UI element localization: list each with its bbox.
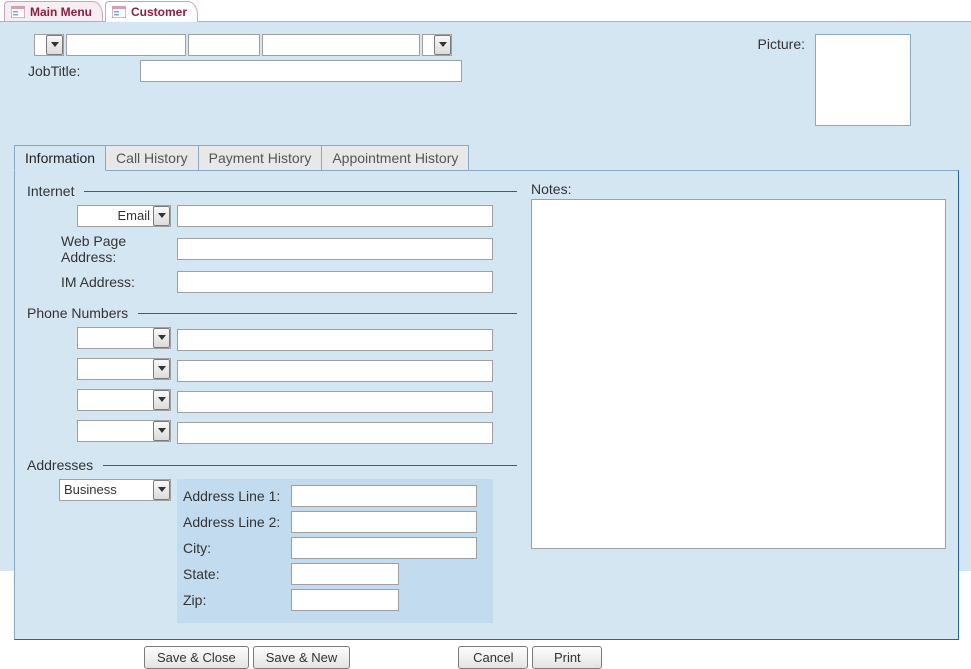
jobtitle-input[interactable]	[140, 60, 462, 82]
webpage-input[interactable]	[177, 238, 493, 260]
middle-name-input[interactable]	[188, 34, 260, 56]
addr-line1-label: Address Line 1:	[183, 488, 291, 504]
divider	[84, 191, 517, 192]
email-type-dropdown[interactable]: Email	[77, 205, 171, 227]
tab-information[interactable]: Information	[14, 145, 106, 171]
phone-group-label: Phone Numbers	[27, 305, 128, 321]
title-prefix-dropdown[interactable]	[34, 34, 64, 56]
state-input[interactable]	[291, 563, 399, 585]
im-label: IM Address:	[27, 274, 177, 290]
chevron-down-icon	[153, 390, 170, 410]
tab-customer[interactable]: Customer	[105, 1, 198, 22]
last-name-input[interactable]	[262, 34, 420, 56]
webpage-label: Web Page Address:	[27, 233, 177, 265]
suffix-dropdown[interactable]	[422, 34, 452, 56]
chevron-down-icon	[153, 328, 170, 348]
picture-box[interactable]	[815, 34, 911, 126]
print-button[interactable]: Print	[532, 646, 602, 669]
jobtitle-label: JobTitle:	[28, 63, 80, 79]
tab-label: Customer	[131, 5, 187, 19]
first-name-input[interactable]	[66, 34, 186, 56]
address-panel: Address Line 1: Address Line 2: City:	[177, 479, 493, 623]
addresses-group-label: Addresses	[27, 457, 93, 473]
phone2-input[interactable]	[177, 360, 493, 382]
phone1-type-dropdown[interactable]	[77, 327, 171, 349]
divider	[138, 313, 517, 314]
zip-label: Zip:	[183, 592, 291, 608]
email-input[interactable]	[177, 205, 493, 227]
cancel-button[interactable]: Cancel	[458, 646, 528, 669]
city-label: City:	[183, 540, 291, 556]
button-bar: Save & Close Save & New Cancel Print	[144, 646, 959, 669]
addr-line2-label: Address Line 2:	[183, 514, 291, 530]
save-close-button[interactable]: Save & Close	[144, 646, 249, 669]
phone3-input[interactable]	[177, 391, 493, 413]
tab-main-menu[interactable]: Main Menu	[4, 1, 103, 21]
notes-textarea[interactable]	[531, 199, 946, 549]
chevron-down-icon	[153, 359, 170, 379]
phone1-input[interactable]	[177, 329, 493, 351]
addr-line2-input[interactable]	[291, 511, 477, 533]
chevron-down-icon	[153, 421, 170, 441]
phone4-type-dropdown[interactable]	[77, 420, 171, 442]
tab-call-history[interactable]: Call History	[106, 145, 199, 171]
state-label: State:	[183, 566, 291, 582]
notes-label: Notes:	[531, 181, 946, 197]
internet-group-label: Internet	[27, 183, 74, 199]
phone2-type-dropdown[interactable]	[77, 358, 171, 380]
address-type-dropdown[interactable]: Business	[59, 479, 171, 501]
phone3-type-dropdown[interactable]	[77, 389, 171, 411]
chevron-down-icon	[46, 35, 63, 55]
picture-label: Picture:	[758, 34, 805, 52]
tab-appointment-history[interactable]: Appointment History	[322, 145, 469, 171]
tab-label: Main Menu	[30, 5, 92, 19]
phone4-input[interactable]	[177, 422, 493, 444]
addr-line1-input[interactable]	[291, 485, 477, 507]
tab-payment-history[interactable]: Payment History	[199, 145, 323, 171]
chevron-down-icon	[434, 35, 451, 55]
im-input[interactable]	[177, 271, 493, 293]
form-icon	[11, 6, 25, 18]
chevron-down-icon	[153, 480, 170, 500]
chevron-down-icon	[153, 206, 170, 226]
divider	[103, 465, 517, 466]
city-input[interactable]	[291, 537, 477, 559]
detail-tabs: Information Call History Payment History…	[14, 144, 959, 640]
object-tabs: Main Menu Customer	[0, 0, 971, 22]
save-new-button[interactable]: Save & New	[253, 646, 351, 669]
customer-form: JobTitle: Picture: Information Call Hist…	[0, 22, 971, 571]
zip-input[interactable]	[291, 589, 399, 611]
form-icon	[112, 6, 126, 18]
